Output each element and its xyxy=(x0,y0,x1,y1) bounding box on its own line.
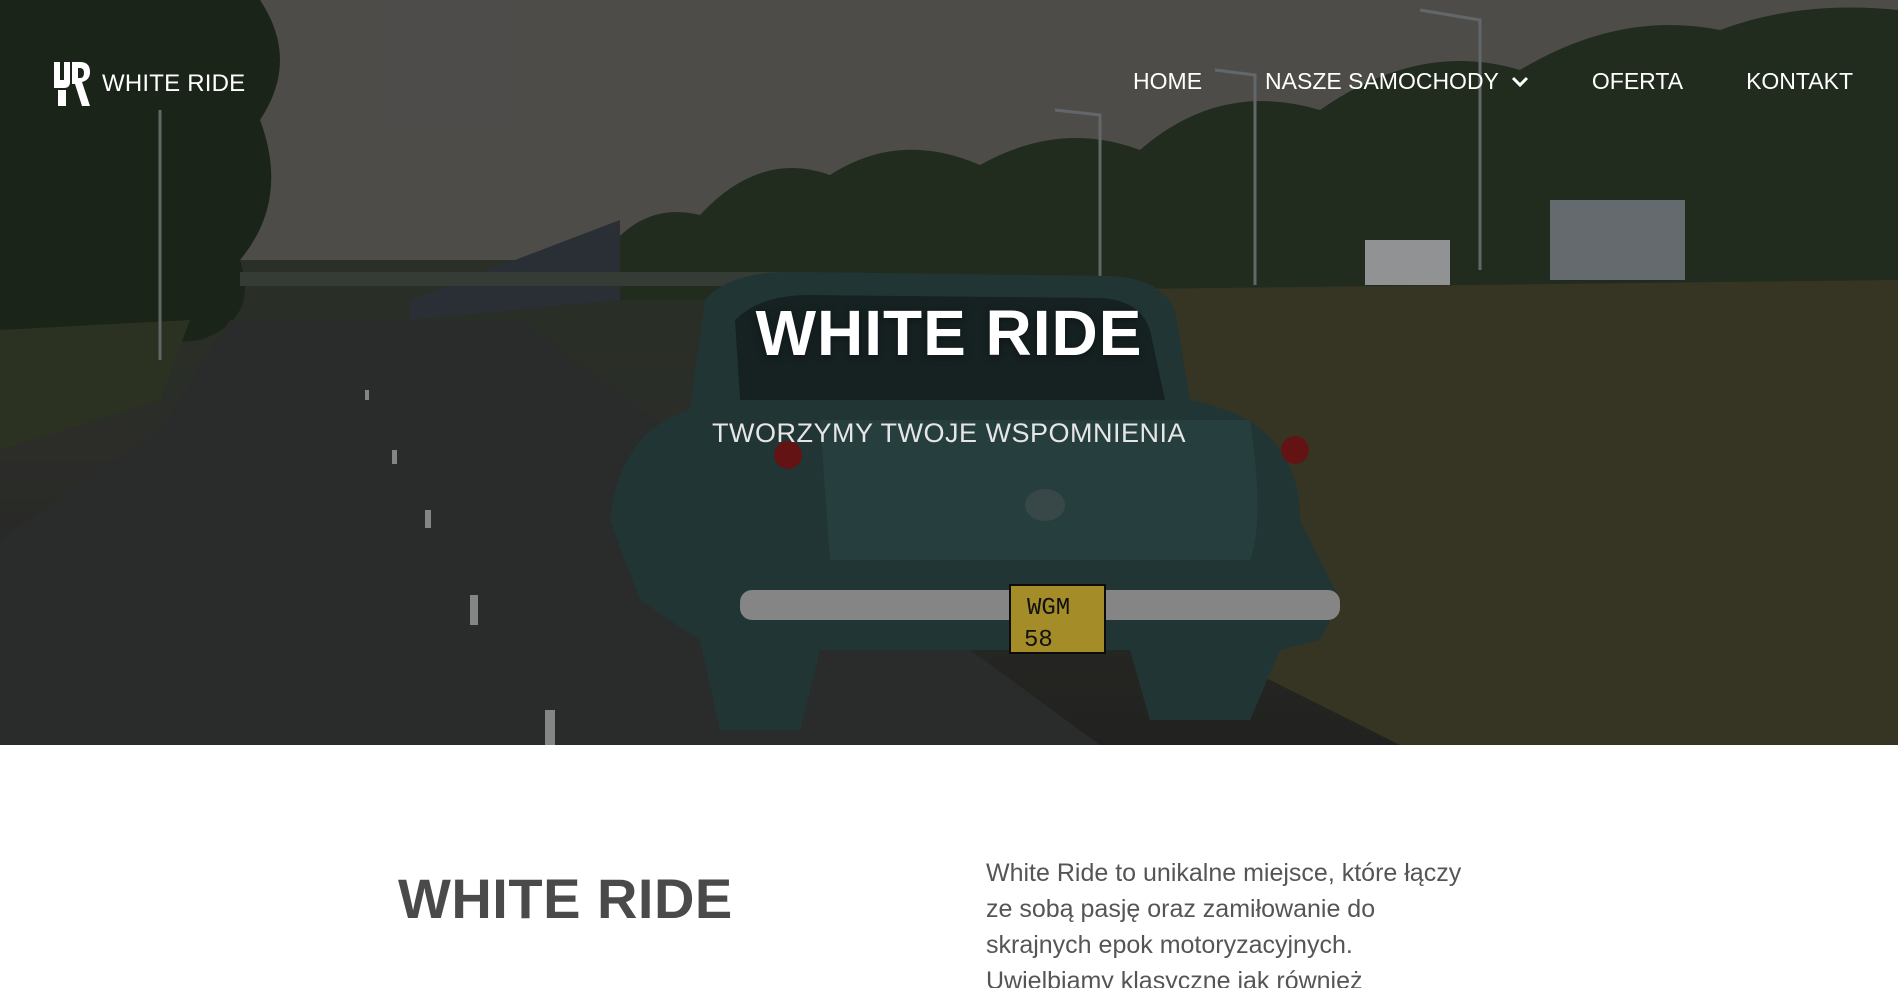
nav-home-label: HOME xyxy=(1133,68,1203,94)
hero-subtitle: TWORZYMY TWOJE WSPOMNIENIA xyxy=(711,418,1186,448)
brand-logo-link[interactable]: WHITE RIDE xyxy=(52,60,245,108)
brand-name: WHITE RIDE xyxy=(102,70,246,97)
about-title: WHITE RIDE xyxy=(398,867,733,930)
about-text: White Ride to unikalne miejsce, które łą… xyxy=(986,859,1462,988)
nav-contact-link[interactable]: KONTAKT xyxy=(1746,68,1853,95)
main-menu: HOME NASZE SAMOCHODY OFERTA KONTAKT xyxy=(1133,68,1853,95)
chevron-down-icon xyxy=(1511,76,1528,87)
nav-cars-label: NASZE SAMOCHODY xyxy=(1265,68,1499,94)
top-navigation: WHITE RIDE HOME NASZE SAMOCHODY OFERTA K… xyxy=(0,0,1898,165)
nav-contact-label: KONTAKT xyxy=(1746,68,1853,94)
nav-offer-label: OFERTA xyxy=(1591,68,1684,94)
nav-offer-link[interactable]: OFERTA xyxy=(1592,68,1683,95)
nav-home-link[interactable]: HOME xyxy=(1133,68,1202,95)
about-section: WHITE RIDE White Ride to unikalne miejsc… xyxy=(0,745,1898,988)
wr-monogram-logo-icon xyxy=(54,62,90,106)
nav-cars-dropdown[interactable]: NASZE SAMOCHODY xyxy=(1265,68,1529,95)
hero-title: WHITE RIDE xyxy=(755,297,1143,369)
